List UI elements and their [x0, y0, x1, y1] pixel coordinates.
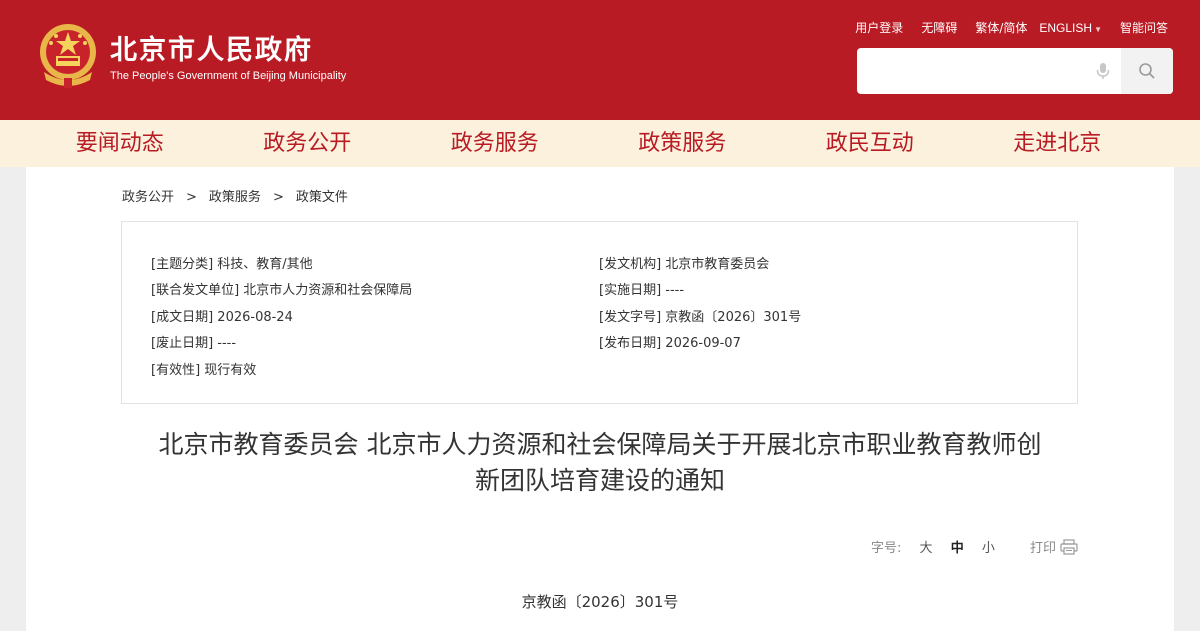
search-icon	[1139, 63, 1155, 79]
meta-topic-key: [主题分类]	[151, 257, 214, 272]
smart-qa-link[interactable]: 智能问答	[1120, 19, 1168, 36]
document-title: 北京市教育委员会 北京市人力资源和社会保障局关于开展北京市职业教育教师创 新团队…	[86, 427, 1114, 499]
nav-policy-services[interactable]: 政策服务	[589, 120, 777, 167]
meta-issuer-value: 北京市教育委员会	[665, 257, 770, 272]
print-button[interactable]: 打印	[1030, 537, 1078, 556]
meta-written-value: 2026-08-24	[217, 310, 293, 325]
meta-published-key: [发布日期]	[599, 336, 662, 351]
main-content: 政务公开 > 政策服务 > 政策文件 [主题分类] 科技、教育/其他 [发文机构] 北京…	[26, 167, 1174, 631]
meta-joint-key: [联合发文单位]	[151, 283, 240, 298]
meta-repeal-date: [废止日期] ----	[151, 332, 236, 351]
national-emblem-icon[interactable]	[36, 22, 100, 90]
search-input[interactable]	[857, 48, 1087, 94]
search-box	[857, 48, 1173, 94]
breadcrumb-separator: >	[186, 190, 197, 205]
meta-validity: [有效性] 现行有效	[151, 359, 256, 378]
english-link[interactable]: ENGLISH ▼	[1039, 21, 1102, 35]
meta-issuer-key: [发文机构]	[599, 257, 662, 272]
breadcrumb-policy-services[interactable]: 政策服务	[209, 190, 261, 205]
breadcrumb-gov-affairs-open[interactable]: 政务公开	[122, 190, 174, 205]
login-link[interactable]: 用户登录	[855, 19, 903, 36]
nav-about-beijing[interactable]: 走进北京	[964, 120, 1152, 167]
top-links: 用户登录 无障碍 繁体/简体 ENGLISH ▼ 智能问答	[837, 19, 1168, 36]
breadcrumb: 政务公开 > 政策服务 > 政策文件	[122, 186, 348, 205]
document-meta-box: [主题分类] 科技、教育/其他 [发文机构] 北京市教育委员会 [联合发文单位]…	[121, 221, 1078, 404]
meta-effective-value: ----	[665, 283, 685, 298]
nav-gov-affairs-open[interactable]: 政务公开	[214, 120, 402, 167]
meta-published-date: [发布日期] 2026-09-07	[599, 332, 741, 351]
document-title-line2: 新团队培育建设的通知	[474, 466, 725, 495]
site-header: 北京市人民政府 The People's Government of Beiji…	[0, 0, 1200, 120]
font-size-medium-button[interactable]: 中	[951, 541, 964, 556]
english-label: ENGLISH	[1039, 20, 1093, 35]
meta-joint-value: 北京市人力资源和社会保障局	[243, 283, 413, 298]
font-size-small-button[interactable]: 小	[982, 541, 995, 556]
printer-icon	[1060, 538, 1078, 555]
meta-doc-number: [发文字号] 京教函〔2026〕301号	[599, 306, 801, 325]
traditional-simplified-link[interactable]: 繁体/简体	[975, 19, 1027, 36]
meta-repeal-value: ----	[217, 336, 237, 351]
main-nav: 要闻动态 政务公开 政务服务 政策服务 政民互动 走进北京	[0, 120, 1200, 167]
meta-docno-key: [发文字号]	[599, 310, 662, 325]
font-size-label: 字号:	[871, 541, 902, 556]
meta-validity-value: 现行有效	[204, 363, 257, 378]
nav-interaction[interactable]: 政民互动	[776, 120, 964, 167]
meta-written-key: [成文日期]	[151, 310, 214, 325]
meta-issuer: [发文机构] 北京市教育委员会	[599, 253, 769, 272]
meta-validity-key: [有效性]	[151, 363, 201, 378]
site-title[interactable]: 北京市人民政府	[110, 28, 313, 67]
accessibility-link[interactable]: 无障碍	[921, 19, 957, 36]
nav-news[interactable]: 要闻动态	[26, 120, 214, 167]
font-size-tools: 字号: 大 中 小	[871, 537, 995, 556]
meta-effective: [实施日期] ----	[599, 279, 684, 298]
meta-topic-value: 科技、教育/其他	[217, 257, 313, 272]
meta-docno-value: 京教函〔2026〕301号	[665, 310, 802, 325]
meta-repeal-key: [废止日期]	[151, 336, 214, 351]
meta-joint: [联合发文单位] 北京市人力资源和社会保障局	[151, 279, 412, 298]
document-number: 京教函〔2026〕301号	[521, 593, 679, 611]
meta-effective-key: [实施日期]	[599, 283, 662, 298]
meta-written-date: [成文日期] 2026-08-24	[151, 306, 293, 325]
site-subtitle: The People's Government of Beijing Munic…	[110, 70, 347, 82]
breadcrumb-policy-documents[interactable]: 政策文件	[296, 190, 348, 205]
print-label: 打印	[1030, 541, 1057, 556]
search-button[interactable]	[1121, 48, 1173, 94]
chevron-down-icon: ▼	[1094, 24, 1102, 34]
document-title-line1: 北京市教育委员会 北京市人力资源和社会保障局关于开展北京市职业教育教师创	[158, 430, 1042, 459]
meta-published-value: 2026-09-07	[665, 336, 741, 351]
meta-topic: [主题分类] 科技、教育/其他	[151, 253, 313, 272]
microphone-icon[interactable]	[1093, 61, 1113, 81]
font-size-large-button[interactable]: 大	[920, 541, 933, 556]
nav-gov-services[interactable]: 政务服务	[401, 120, 589, 167]
breadcrumb-separator: >	[272, 190, 284, 205]
